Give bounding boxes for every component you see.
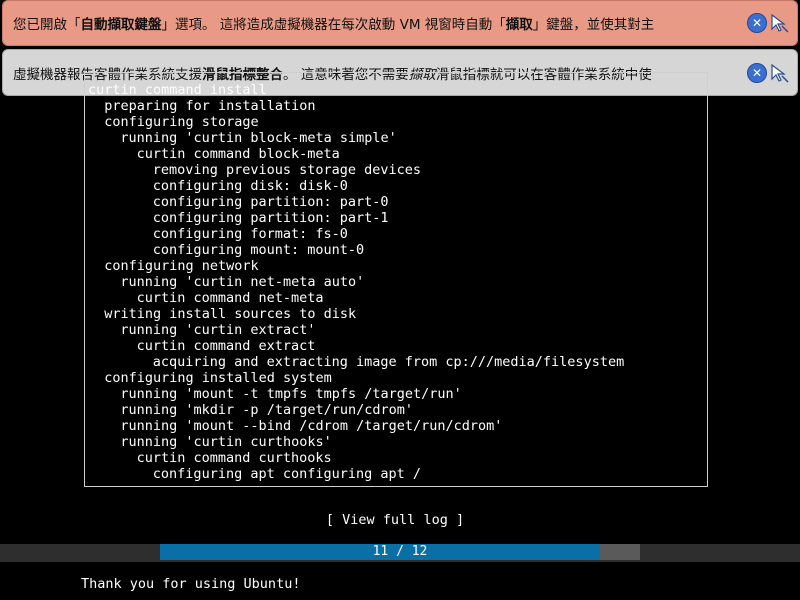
log-line: running 'mount -t tmpfs tmpfs /target/ru… [120,386,462,402]
log-line: running 'curtin block-meta simple' [120,130,397,146]
progress-counter: 11 / 12 [372,544,428,559]
log-line: curtin command install [88,82,267,98]
log-line: configuring mount: mount-0 [152,242,365,258]
keyboard-capture-notification: 您已開啟「自動擷取鍵盤」選項。 這將造成虛擬機器在每次啟動 VM 視窗時自動「擷… [2,0,798,46]
log-line: curtin command net-meta [136,290,324,306]
notification-text-segment: 」鍵盤，並使其對主 [532,17,655,33]
log-line: writing install sources to disk [104,306,357,322]
log-line: configuring partition: part-1 [152,210,389,226]
close-icon[interactable]: ✕ [747,13,767,33]
install-log-panel: curtin command install preparing for inst… [84,72,708,487]
notification-message: 您已開啟「自動擷取鍵盤」選項。 這將造成虛擬機器在每次啟動 VM 視窗時自動「擷… [13,13,654,33]
log-line: configuring storage [104,114,259,130]
log-line: curtin command curthooks [136,450,332,466]
view-full-log-button[interactable]: [ View full log ] [0,512,790,528]
log-line: configuring disk: disk-0 [152,178,348,194]
log-line: running 'curtin curthooks' [120,434,332,450]
notification-text-segment: 擷取 [505,17,533,33]
mouse-integration-icon[interactable] [769,63,789,83]
log-line: configuring apt configuring apt / [152,466,422,482]
log-line: curtin command extract [136,338,316,354]
log-line: running 'mkdir -p /target/run/cdrom' [120,402,413,418]
log-line: preparing for installation [104,98,316,114]
close-icon[interactable]: ✕ [747,62,767,83]
log-line: removing previous storage devices [152,162,422,178]
notification-text-segment: 自動擷取鍵盤 [80,17,162,33]
log-line: acquiring and extracting image from cp:/… [152,354,625,370]
log-line: configuring installed system [104,370,332,386]
log-line: running 'mount --bind /cdrom /target/run… [120,418,503,434]
notification-text-segment: 」選項。 這將造成虛擬機器在每次啟動 VM 視窗時自動「 [161,17,506,33]
log-line: configuring format: fs-0 [152,226,348,242]
log-line: running 'curtin extract' [120,322,316,338]
footer-message: Thank you for using Ubuntu! [81,576,301,592]
notification-text-segment: 您已開啟「 [13,17,81,33]
log-line: configuring partition: part-0 [152,194,389,210]
log-line: running 'curtin net-meta auto' [120,274,365,290]
install-progress-bar: 11 / 12 [160,544,640,560]
mouse-capture-icon[interactable] [769,13,789,33]
log-line: configuring network [104,258,259,274]
log-line: curtin command block-meta [136,146,340,162]
